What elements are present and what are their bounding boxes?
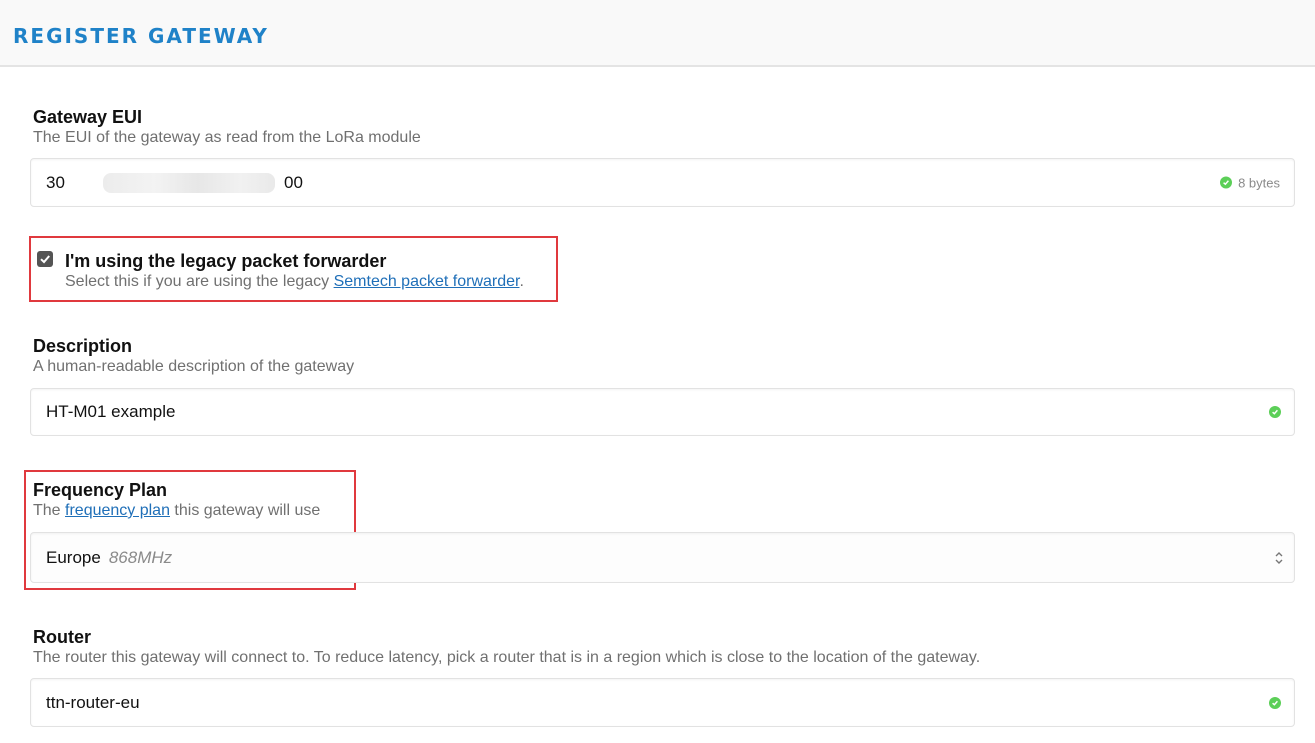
frequency-plan-detail: 868MHz — [108, 547, 173, 567]
gateway-eui-label: Gateway EUI — [33, 107, 143, 127]
description-value: HT-M01 example — [46, 402, 176, 421]
check-circle-icon — [1220, 176, 1233, 189]
frequency-help-suffix: this gateway will use — [169, 502, 321, 519]
page-title: REGISTER GATEWAY — [13, 24, 269, 48]
size-hint-text: 8 bytes — [1238, 175, 1280, 190]
gateway-eui-value-end: 00 — [284, 172, 303, 192]
frequency-help-prefix: The — [33, 502, 66, 519]
legacy-forwarder-label: I'm using the legacy packet forwarder — [65, 251, 387, 271]
frequency-plan-selected: Europe 868MHz — [46, 548, 172, 568]
gateway-eui-value-start: 30 — [46, 172, 65, 192]
legacy-forwarder-help: Select this if you are using the legacy … — [65, 273, 524, 291]
up-down-chevron-icon — [1275, 551, 1283, 564]
legacy-help-suffix: . — [519, 273, 524, 290]
router-input[interactable]: ttn-router-eu — [30, 678, 1295, 727]
check-circle-icon — [1269, 696, 1281, 709]
gateway-eui-input[interactable]: 30 00 8 bytes — [30, 158, 1295, 207]
frequency-plan-label: Frequency Plan — [33, 480, 168, 500]
frequency-plan-select[interactable]: Europe 868MHz — [30, 532, 1295, 583]
description-help: A human-readable description of the gate… — [33, 358, 355, 375]
description-label: Description — [33, 336, 133, 356]
frequency-plan-help: The frequency plan this gateway will use — [33, 502, 320, 520]
router-value: ttn-router-eu — [46, 692, 140, 712]
frequency-plan-region: Europe — [46, 547, 101, 567]
size-hint: 8 bytes — [1220, 175, 1280, 190]
semtech-forwarder-link[interactable]: Semtech packet forwarder — [334, 273, 520, 290]
router-help: The router this gateway will connect to.… — [33, 649, 981, 666]
checkmark-icon — [40, 255, 50, 264]
check-circle-icon — [1269, 406, 1281, 418]
description-input[interactable]: HT-M01 example — [30, 388, 1295, 436]
frequency-plan-link[interactable]: frequency plan — [65, 502, 170, 519]
gateway-eui-help: The EUI of the gateway as read from the … — [33, 129, 421, 146]
router-label: Router — [33, 627, 91, 647]
redacted-region — [103, 173, 275, 193]
legacy-help-prefix: Select this if you are using the legacy — [65, 273, 334, 290]
legacy-forwarder-checkbox[interactable] — [37, 251, 53, 267]
page-header: REGISTER GATEWAY — [0, 0, 1315, 67]
